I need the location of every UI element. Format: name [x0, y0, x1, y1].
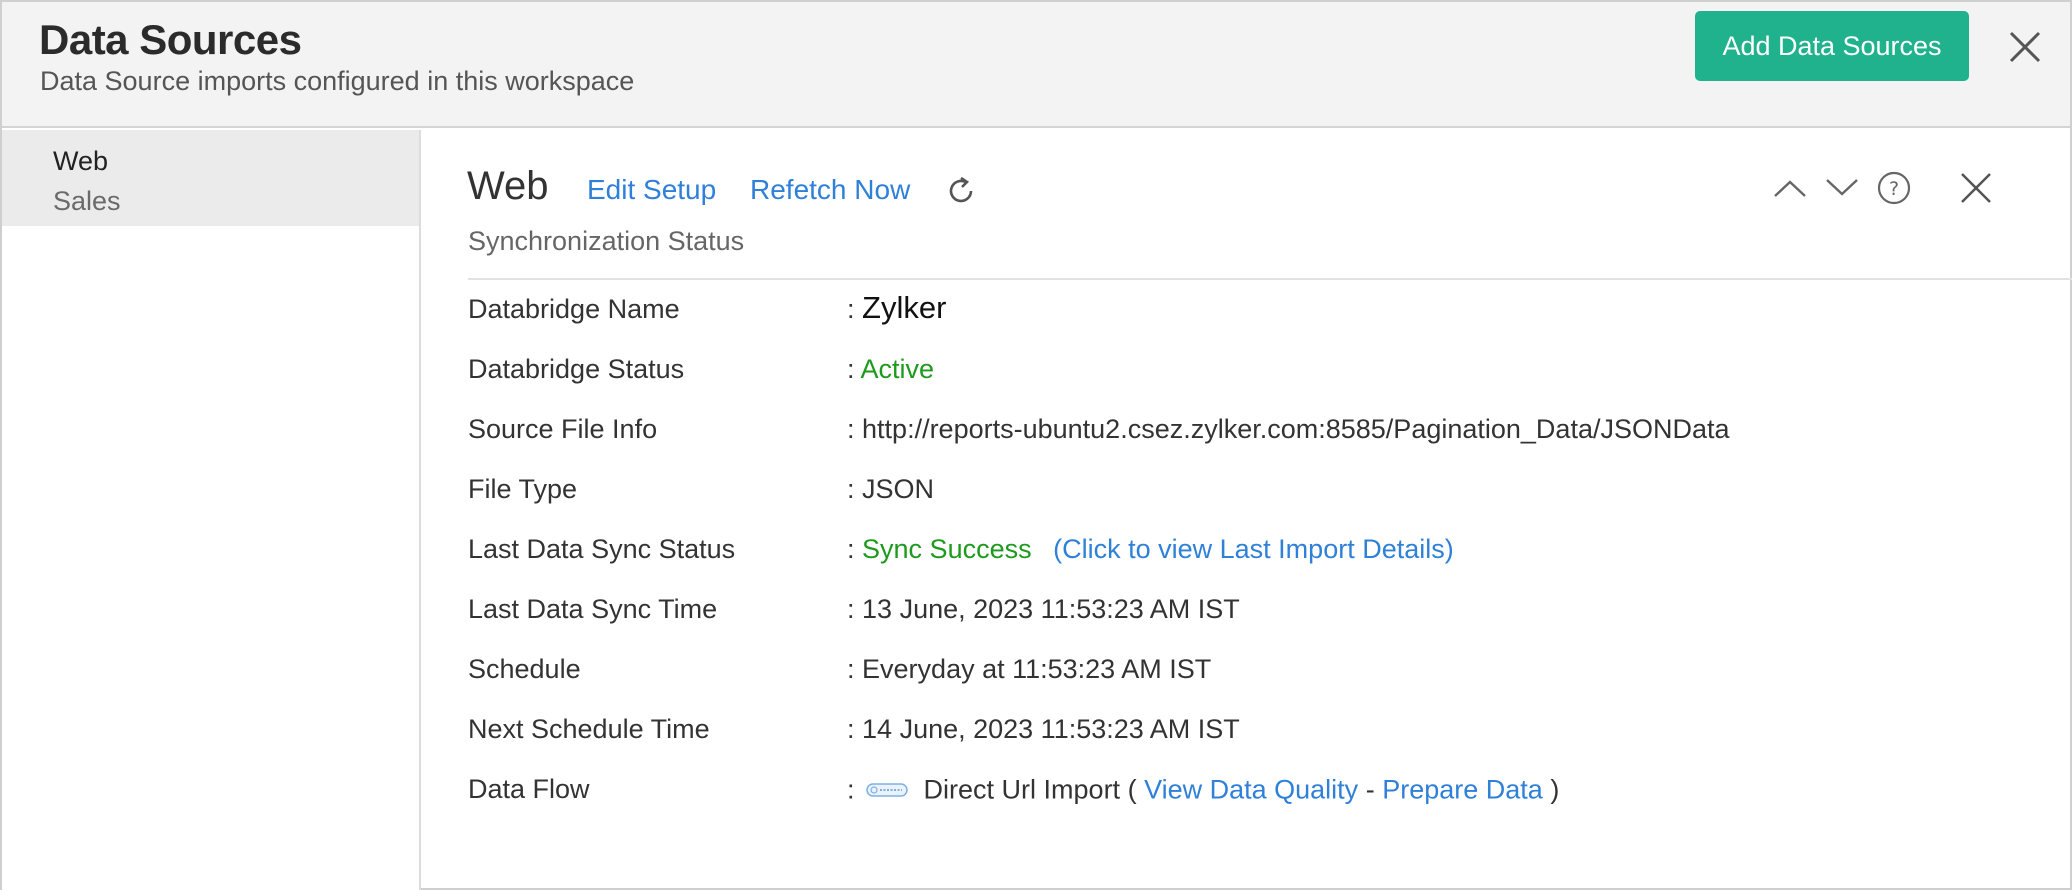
close-paren: ): [1550, 774, 1560, 805]
next-schedule-time: 14 June, 2023 11:53:23 AM IST: [862, 714, 1240, 744]
schedule: Everyday at 11:53:23 AM IST: [862, 654, 1212, 684]
file-type: JSON: [862, 474, 935, 504]
content-title: Web: [467, 164, 549, 208]
value-prefix: :: [847, 594, 855, 624]
value-prefix: :: [847, 774, 855, 805]
section-divider: [468, 278, 2072, 280]
databridge-status-value: : Active: [847, 354, 934, 385]
close-icon[interactable]: [2005, 27, 2045, 67]
page-title: Data Sources: [39, 16, 302, 63]
value-prefix: :: [847, 414, 855, 444]
dialog-header: Data Sources Data Source imports configu…: [2, 2, 2070, 128]
refresh-icon[interactable]: [944, 174, 978, 208]
last-sync-status-label: Last Data Sync Status: [468, 534, 736, 564]
value-prefix: :: [847, 654, 855, 684]
prepare-data-link[interactable]: Prepare Data: [1382, 775, 1543, 805]
sidebar-item-web[interactable]: Web Sales: [2, 130, 419, 226]
edit-setup-link[interactable]: Edit Setup: [587, 174, 716, 206]
sidebar-item-title: Web: [53, 146, 109, 176]
refetch-now-link[interactable]: Refetch Now: [750, 174, 910, 206]
chevron-down-icon[interactable]: [1824, 174, 1860, 202]
svg-text:?: ?: [1889, 178, 1899, 200]
dialog-frame: Data Sources Data Source imports configu…: [0, 0, 2072, 890]
source-url: http://reports-ubuntu2.csez.zylker.com:8…: [862, 414, 1730, 444]
chevron-up-icon[interactable]: [1772, 174, 1808, 202]
databridge-name: Zylker: [862, 290, 947, 325]
close-panel-icon[interactable]: [1958, 170, 1994, 206]
data-flow-value: : Direct Url Import ( View Data Quality …: [847, 774, 1559, 809]
data-flow-label: Data Flow: [468, 774, 590, 804]
sidebar: Web Sales: [2, 130, 421, 890]
view-data-quality-link[interactable]: View Data Quality: [1144, 775, 1358, 805]
databridge-status-label: Databridge Status: [468, 354, 685, 384]
sync-status: Sync Success: [862, 534, 1032, 564]
last-sync-time-label: Last Data Sync Time: [468, 594, 718, 624]
last-sync-time: 13 June, 2023 11:53:23 AM IST: [862, 594, 1240, 624]
value-prefix: :: [847, 294, 855, 324]
import-type: Direct Url Import (: [923, 774, 1137, 805]
last-import-details-link[interactable]: (Click to view Last Import Details): [1053, 534, 1454, 564]
status-badge: Active: [860, 354, 935, 384]
section-label: Synchronization Status: [468, 226, 745, 256]
next-schedule-time-label: Next Schedule Time: [468, 714, 710, 744]
page-subtitle: Data Source imports configured in this w…: [40, 66, 635, 96]
last-sync-status-value: : Sync Success (Click to view Last Impor…: [847, 534, 1454, 565]
source-file-info-value: : http://reports-ubuntu2.csez.zylker.com…: [847, 414, 1730, 445]
url-icon: [866, 774, 908, 805]
schedule-value: : Everyday at 11:53:23 AM IST: [847, 654, 1211, 685]
link-separator: -: [1365, 774, 1375, 805]
last-sync-time-value: : 13 June, 2023 11:53:23 AM IST: [847, 594, 1240, 625]
next-schedule-time-value: : 14 June, 2023 11:53:23 AM IST: [847, 714, 1240, 745]
add-data-sources-button[interactable]: Add Data Sources: [1695, 11, 1969, 81]
schedule-label: Schedule: [468, 654, 581, 684]
value-prefix: :: [847, 474, 855, 504]
source-file-info-label: Source File Info: [468, 414, 658, 444]
value-prefix: :: [847, 354, 855, 384]
value-prefix: :: [847, 714, 855, 744]
file-type-value: : JSON: [847, 474, 934, 505]
value-prefix: :: [847, 534, 855, 564]
databridge-name-label: Databridge Name: [468, 294, 680, 324]
help-icon[interactable]: ?: [1877, 171, 1911, 205]
sidebar-item-subtitle: Sales: [53, 186, 121, 216]
databridge-name-value: : Zylker: [847, 290, 946, 326]
file-type-label: File Type: [468, 474, 578, 504]
